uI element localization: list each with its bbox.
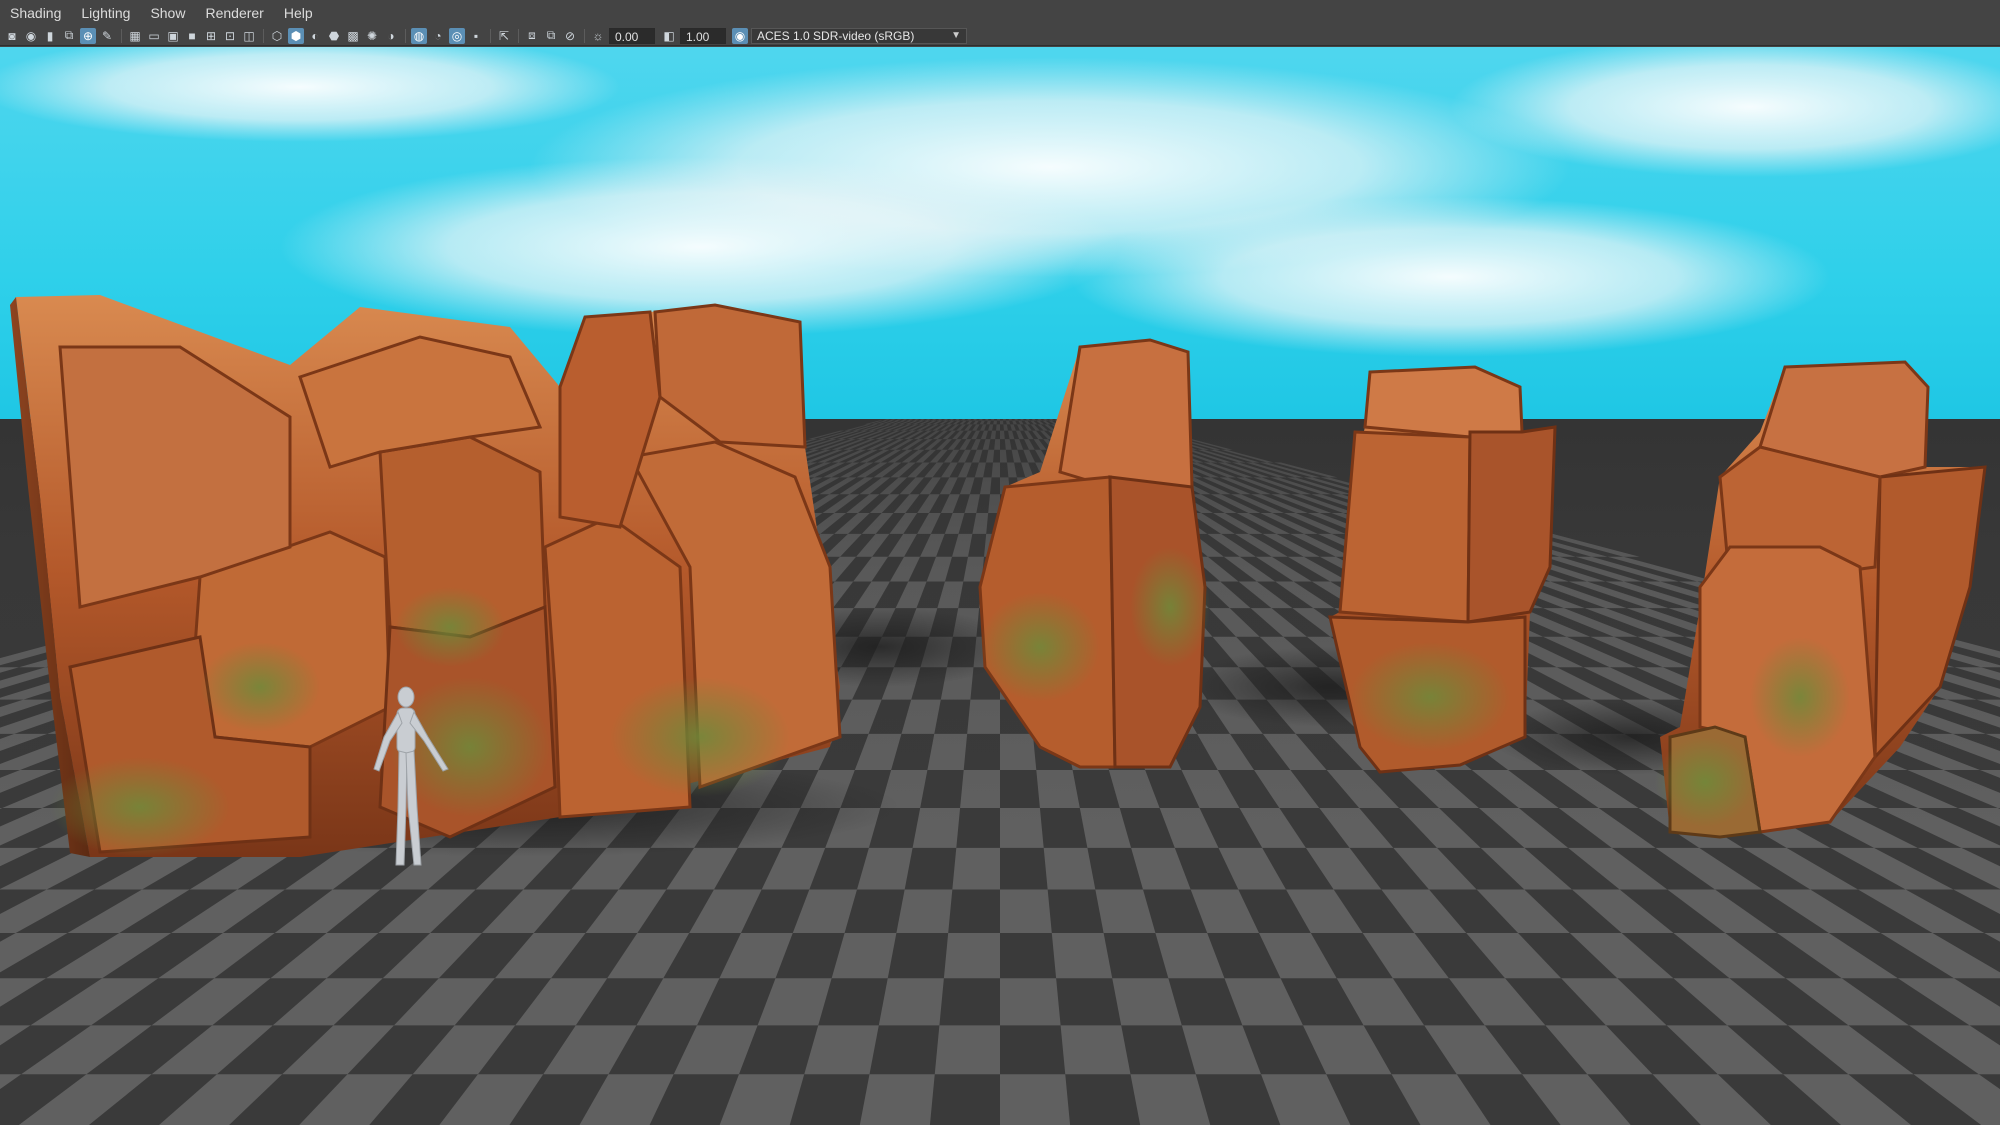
moss-patch	[1655, 737, 1755, 827]
rock-chunk	[1338, 430, 1472, 624]
field-chart-icon[interactable]: ⊞	[203, 28, 219, 44]
grid-tile	[1043, 847, 1096, 890]
moss-patch	[980, 592, 1100, 702]
rock-chunk	[1058, 338, 1194, 489]
film-gate-icon[interactable]: ▭	[146, 28, 162, 44]
grid-tile	[952, 847, 1000, 890]
grid-tile	[1000, 889, 1052, 933]
moss-patch	[50, 757, 230, 857]
grid-tile	[859, 1074, 935, 1125]
shadows-icon[interactable]: ◑	[383, 28, 399, 44]
color-space-label: ACES 1.0 SDR-video (sRGB)	[757, 28, 915, 43]
depth-of-field-icon[interactable]: ▪	[468, 28, 484, 44]
3d-viewport[interactable]	[0, 47, 2000, 1125]
chevron-down-icon: ▼	[951, 29, 961, 41]
grease-pencil-icon[interactable]: ✎	[99, 28, 115, 44]
menu-shading[interactable]: Shading	[0, 0, 71, 26]
toolbar-separator	[518, 28, 519, 43]
grid-tile	[943, 932, 1000, 979]
maya-viewport-window: Shading Lighting Show Renderer Help ◙ ◉ …	[0, 0, 2000, 1125]
toolbar-separator	[405, 28, 406, 43]
use-all-lights-icon[interactable]: ✺	[364, 28, 380, 44]
grid-tile	[934, 1025, 1000, 1075]
2d-pan-zoom-icon[interactable]: ⊕	[80, 27, 96, 44]
toolbar-separator	[121, 28, 122, 43]
color-management-icon[interactable]: ◉	[732, 27, 748, 44]
motion-blur-icon[interactable]: ◔	[430, 28, 446, 44]
grid-icon[interactable]: ▦	[127, 28, 143, 44]
camera-attributes-icon[interactable]: ◉	[23, 28, 39, 44]
gamma-icon[interactable]: ◧	[661, 28, 677, 44]
figure-head	[397, 686, 415, 708]
menu-lighting[interactable]: Lighting	[71, 0, 140, 26]
color-space-dropdown[interactable]: ACES 1.0 SDR-video (sRGB) ▼	[751, 27, 967, 44]
moss-patch	[200, 642, 320, 732]
grid-tile	[1060, 1025, 1131, 1075]
viewport-scene	[0, 47, 2000, 1125]
viewport-toolbar: ◙ ◉ ▮ ⧉ ⊕ ✎ ▦ ▭ ▣ ■ ⊞ ⊡ ◫ ⬡ ⬢ ◐ ⬣ ▩ ✺ ◑ …	[0, 26, 2000, 46]
default-material-icon[interactable]: ◐	[307, 28, 323, 44]
rock-cliff-wall[interactable]	[10, 295, 842, 857]
xray-joints-icon[interactable]: ⧉	[543, 28, 559, 44]
moss-patch	[395, 587, 505, 667]
safe-action-icon[interactable]: ⊡	[222, 28, 238, 44]
gate-mask-icon[interactable]: ■	[184, 28, 200, 44]
smooth-shade-icon[interactable]: ⬢	[288, 27, 304, 44]
xray-icon[interactable]: ⧈	[524, 28, 540, 44]
grid-tile	[1000, 1074, 1071, 1125]
exposure-icon[interactable]: ☼	[590, 28, 606, 44]
moss-patch	[1130, 547, 1210, 667]
safe-title-icon[interactable]: ◫	[241, 28, 257, 44]
menu-help[interactable]: Help	[274, 0, 323, 26]
menu-show[interactable]: Show	[140, 0, 195, 26]
moss-patch	[610, 677, 790, 797]
gamma-field[interactable]: 1.00	[680, 27, 726, 44]
rock-pillar-2[interactable]	[1328, 365, 1557, 774]
grid-tile	[1051, 932, 1113, 979]
grid-tile	[878, 978, 944, 1026]
anti-aliasing-icon[interactable]: ◎	[449, 27, 465, 44]
textured-icon[interactable]: ▩	[345, 28, 361, 44]
menu-renderer[interactable]: Renderer	[195, 0, 273, 26]
cloud	[1070, 197, 1830, 357]
bookmark-icon[interactable]: ▮	[42, 28, 58, 44]
wireframe-icon[interactable]: ⬡	[269, 28, 285, 44]
screen-space-ao-icon[interactable]: ◍	[411, 27, 427, 44]
image-plane-icon[interactable]: ⧉	[61, 28, 77, 44]
xray-components-icon[interactable]: ⊘	[562, 28, 578, 44]
figure-torso	[396, 707, 416, 754]
resolution-gate-icon[interactable]: ▣	[165, 28, 181, 44]
toolbar-separator	[584, 28, 585, 43]
moss-patch	[1350, 642, 1510, 752]
grid-tile	[896, 889, 953, 933]
viewport-menu-bar: Shading Lighting Show Renderer Help	[0, 0, 2000, 27]
select-camera-icon[interactable]: ◙	[4, 28, 20, 44]
isolate-select-icon[interactable]: ⇱	[496, 28, 512, 44]
grid-tile	[1000, 978, 1061, 1026]
toolbar-separator	[263, 28, 264, 43]
rock-chunk	[1363, 365, 1524, 439]
wireframe-on-shaded-icon[interactable]: ⬣	[326, 28, 342, 44]
toolbar-separator	[490, 28, 491, 43]
moss-patch	[1750, 637, 1850, 757]
exposure-field[interactable]: 0.00	[609, 27, 655, 44]
